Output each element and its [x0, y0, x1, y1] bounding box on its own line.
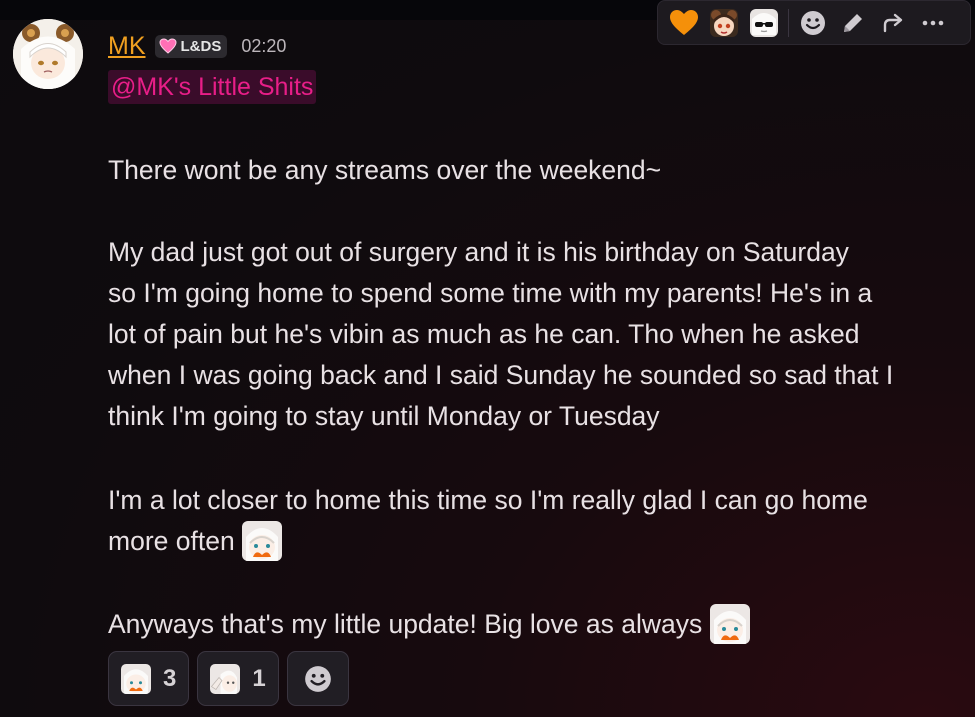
- timestamp: 02:20: [241, 35, 287, 56]
- message-line: I'm a lot closer to home this time so I'…: [108, 485, 868, 515]
- forward-icon: [883, 13, 903, 32]
- message-text: more often: [108, 526, 235, 556]
- message-line: lot of pain but he's vibin as much as he…: [108, 319, 860, 349]
- message-header: MK L&DS 02:20: [108, 31, 286, 61]
- more-icon: [922, 20, 944, 25]
- message-toolbar: [657, 0, 971, 45]
- message-line: when I was going back and I said Sunday …: [108, 360, 894, 390]
- bun-girl-emoji: [710, 8, 738, 37]
- role-mention[interactable]: @MK's Little Shits: [108, 70, 317, 104]
- sunglasses-reaction-button[interactable]: [744, 3, 784, 43]
- edit-button[interactable]: [833, 3, 873, 43]
- edit-icon: [844, 13, 862, 32]
- server-tag-label: L&DS: [180, 37, 222, 55]
- orange-heart-reaction-button[interactable]: [664, 3, 704, 43]
- reaction-crying-heart[interactable]: 3: [108, 651, 190, 706]
- reaction-count: 1: [252, 664, 266, 692]
- wave-emoji: [210, 663, 241, 694]
- forward-button[interactable]: [873, 3, 913, 43]
- avatar[interactable]: [13, 19, 83, 89]
- heart-icon: [158, 38, 177, 54]
- server-tag[interactable]: L&DS: [154, 34, 228, 58]
- add-reaction-button[interactable]: [793, 3, 833, 43]
- message-line: so I'm going home to spend some time wit…: [108, 278, 873, 308]
- message-line-with-emoji: more often: [108, 521, 958, 562]
- reactions-bar: 3 1: [108, 651, 349, 706]
- add-reaction-button[interactable]: [286, 651, 349, 706]
- more-options-button[interactable]: [913, 3, 953, 43]
- message-text: Anyways that's my little update! Big lov…: [108, 609, 703, 639]
- message-paragraph: There wont be any streams over the weeke…: [108, 155, 662, 185]
- crying-heart-emoji: [121, 663, 151, 694]
- orange-heart-icon: [670, 9, 698, 35]
- message-line: My dad just got out of surgery and it is…: [108, 237, 849, 267]
- toolbar-separator: [788, 8, 789, 37]
- reaction-wave[interactable]: 1: [197, 651, 279, 706]
- crying-heart-emoji[interactable]: [709, 604, 750, 644]
- message-line-with-emoji: Anyways that's my little update! Big lov…: [108, 604, 958, 645]
- bun-girl-reaction-button[interactable]: [704, 3, 744, 43]
- add-reaction-icon: [801, 10, 825, 35]
- username[interactable]: MK: [108, 32, 146, 61]
- add-reaction-icon: [304, 665, 331, 692]
- reaction-count: 3: [163, 664, 177, 692]
- sunglasses-emoji: [750, 8, 778, 37]
- crying-heart-emoji[interactable]: [242, 521, 283, 561]
- message-line: think I'm going to stay until Monday or …: [108, 401, 660, 431]
